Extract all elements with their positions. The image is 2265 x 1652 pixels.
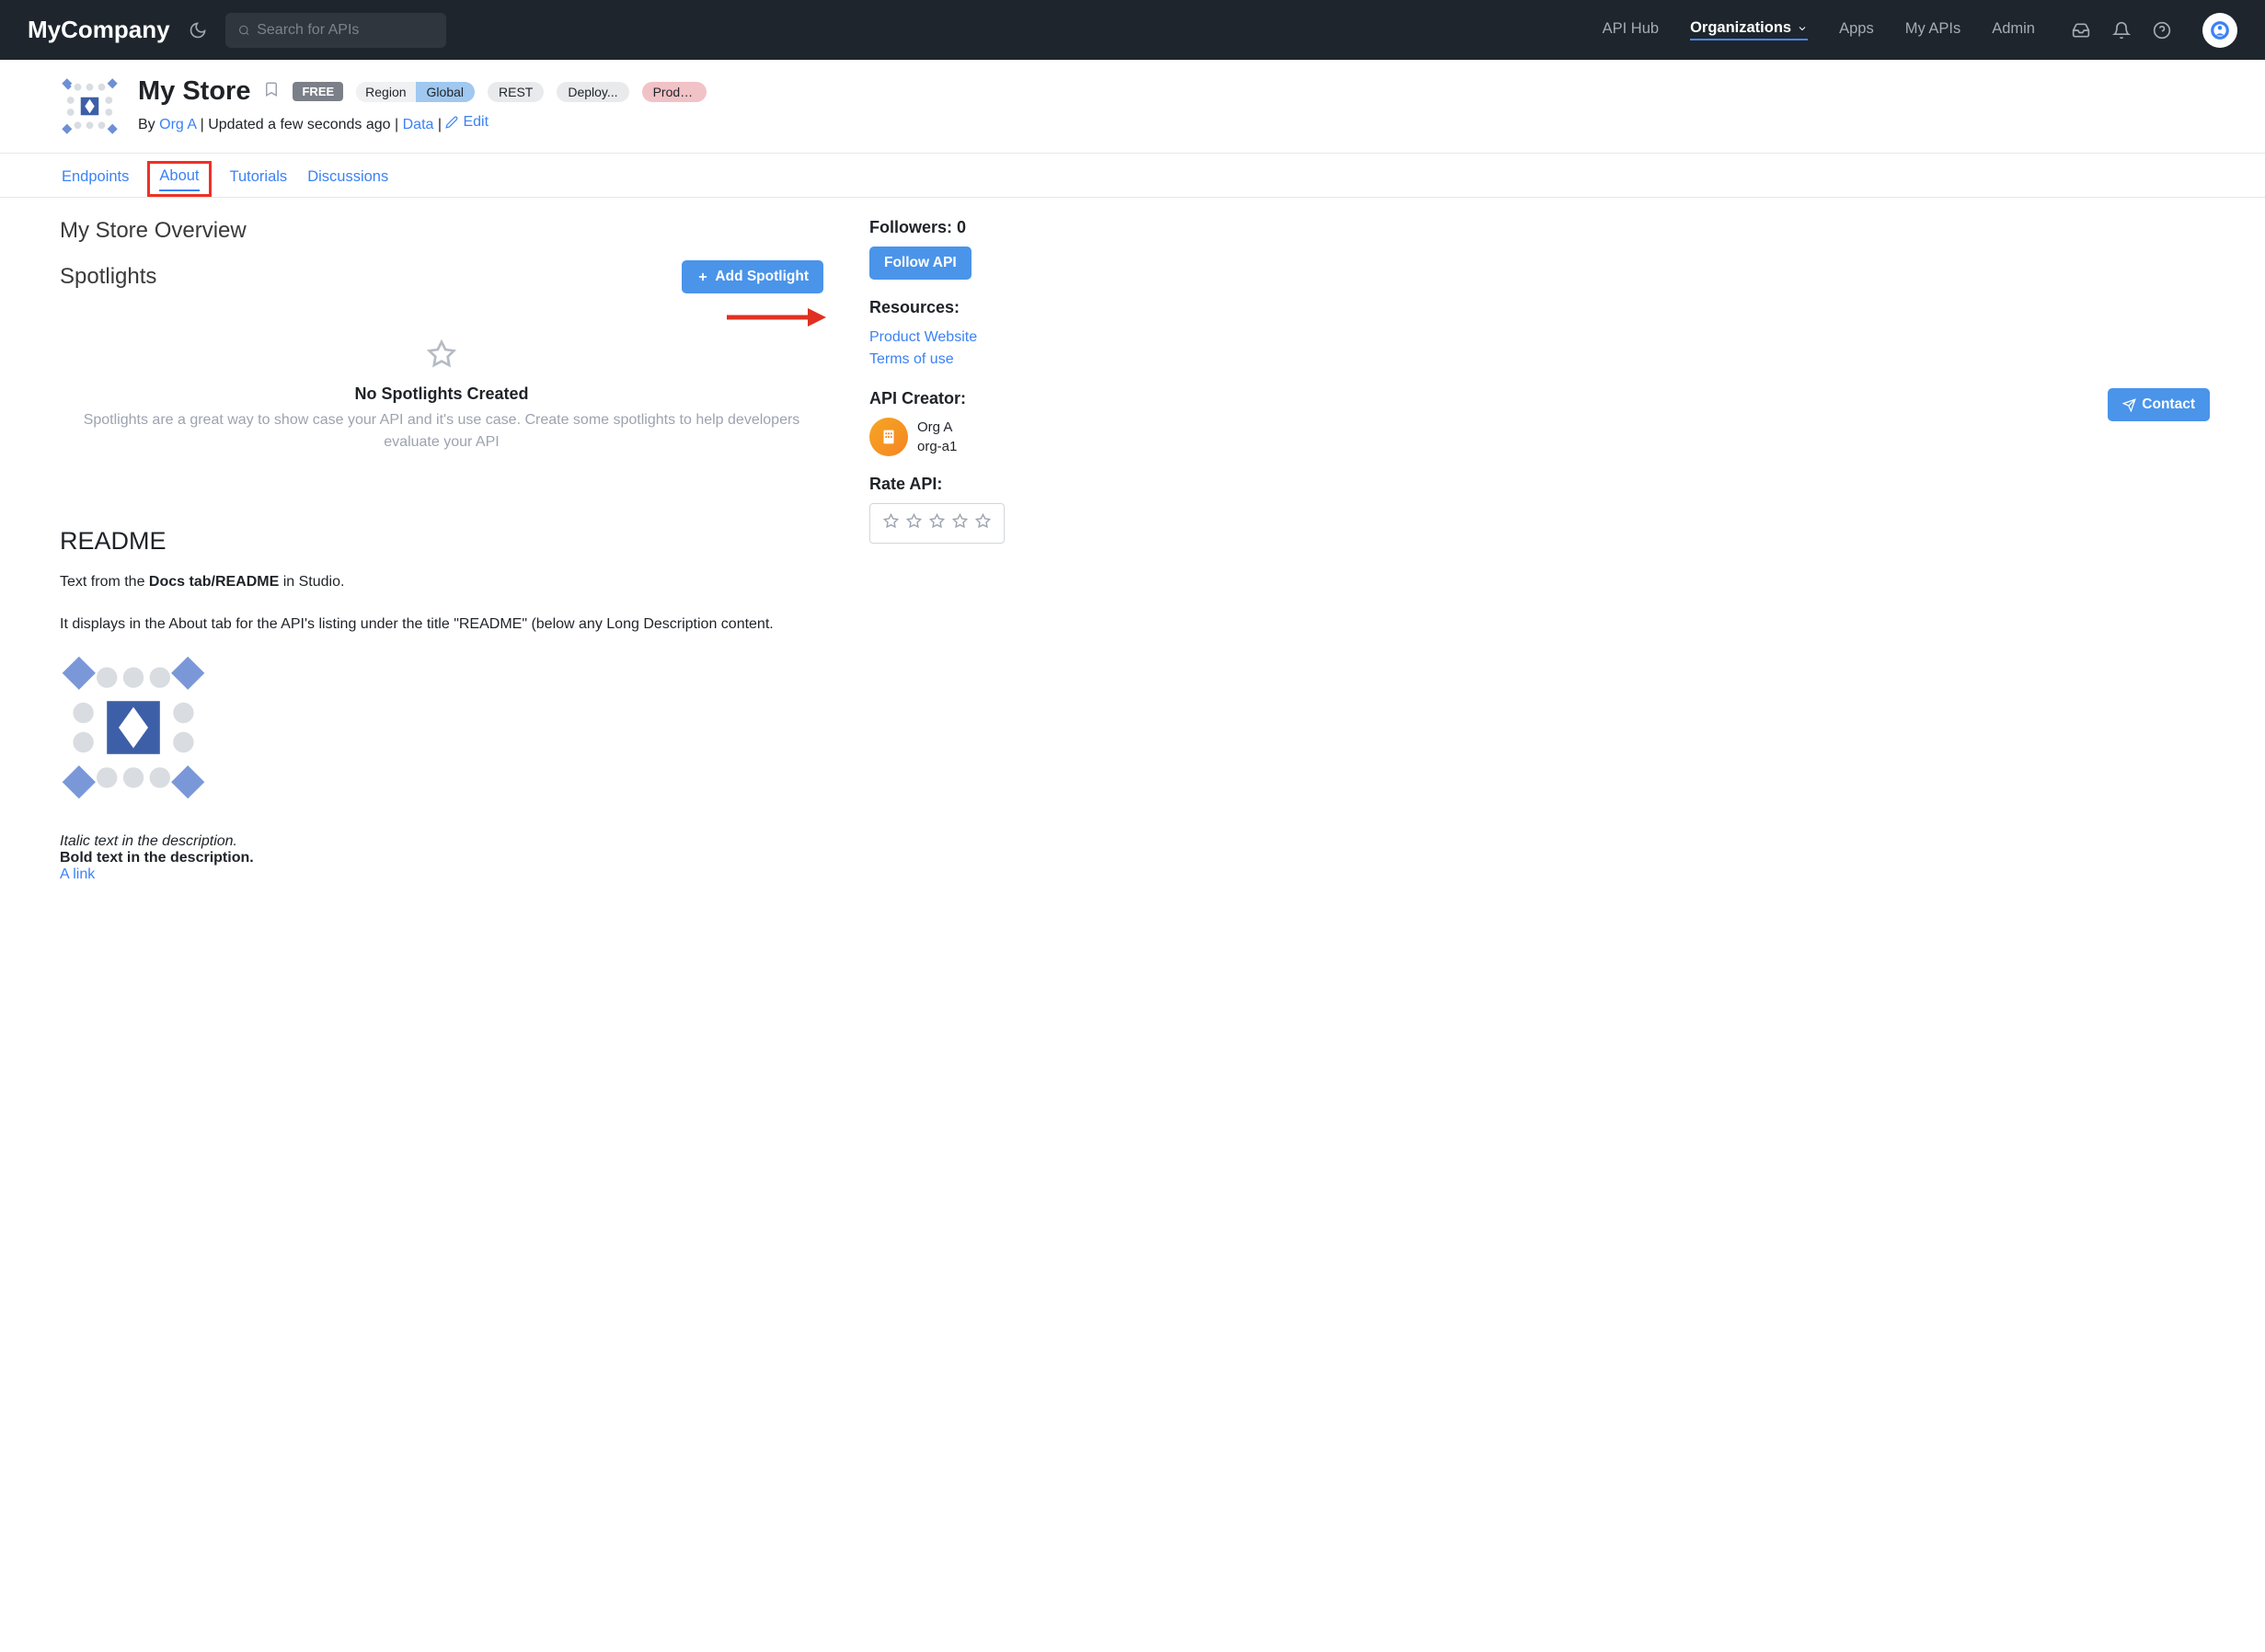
- dark-mode-icon[interactable]: [189, 21, 207, 40]
- nav-admin[interactable]: Admin: [1992, 20, 2035, 40]
- plus-icon: [696, 270, 709, 283]
- follow-api-button[interactable]: Follow API: [869, 247, 972, 280]
- nav-organizations[interactable]: Organizations: [1690, 19, 1808, 40]
- bell-icon[interactable]: [2112, 21, 2131, 40]
- rest-pill: REST: [488, 82, 544, 102]
- spotlights-empty-state: No Spotlights Created Spotlights are a g…: [60, 293, 823, 527]
- api-tabs: Endpoints About Tutorials Discussions: [0, 154, 2265, 198]
- readme-link[interactable]: A link: [60, 866, 95, 882]
- readme-logo: [60, 654, 207, 806]
- tab-about[interactable]: About: [147, 161, 211, 197]
- star-3[interactable]: [929, 513, 945, 533]
- rating-box: [869, 503, 1005, 544]
- search-input[interactable]: [257, 22, 432, 39]
- readme-text-2: It displays in the About tab for the API…: [60, 613, 823, 637]
- terms-link[interactable]: Terms of use: [869, 349, 1173, 371]
- api-title: My Store: [138, 76, 250, 107]
- tab-endpoints[interactable]: Endpoints: [60, 165, 131, 197]
- org-link[interactable]: Org A: [159, 117, 196, 132]
- readme-bold: Bold text in the description.: [60, 850, 823, 866]
- main-column: My Store Overview Spotlights Add Spotlig…: [60, 218, 823, 883]
- readme-text-1: Text from the Docs tab/README in Studio.: [60, 570, 823, 594]
- free-badge: FREE: [293, 82, 343, 101]
- readme-heading: README: [60, 527, 823, 556]
- company-logo[interactable]: MyCompany: [28, 16, 170, 44]
- search-box[interactable]: [225, 13, 446, 48]
- readme-italic: Italic text in the description.: [60, 833, 823, 850]
- creator-name: Org A: [917, 418, 957, 437]
- top-header: MyCompany API Hub Organizations Apps My …: [0, 0, 2265, 60]
- creator-row[interactable]: Org A org-a1: [869, 418, 1173, 456]
- header-icons: [2072, 13, 2237, 48]
- pencil-icon: [445, 116, 458, 129]
- search-icon: [238, 24, 250, 37]
- spotlights-title: Spotlights: [60, 264, 156, 290]
- chevron-down-icon: [1797, 23, 1808, 34]
- api-subtitle: By Org A | Updated a few seconds ago | D…: [138, 114, 2205, 133]
- api-header: My Store FREE Region Global REST Deploy.…: [0, 60, 2265, 154]
- empty-desc: Spotlights are a great way to show case …: [60, 409, 823, 453]
- nav-api-hub[interactable]: API Hub: [1603, 20, 1659, 40]
- star-5[interactable]: [975, 513, 991, 533]
- send-icon: [2122, 398, 2136, 412]
- edit-link[interactable]: Edit: [445, 114, 489, 131]
- tab-discussions[interactable]: Discussions: [305, 165, 390, 197]
- help-icon[interactable]: [2153, 21, 2171, 40]
- rate-title: Rate API:: [869, 475, 1173, 494]
- user-avatar[interactable]: [2202, 13, 2237, 48]
- followers-label: Followers: 0: [869, 218, 1173, 237]
- followers-count: 0: [957, 218, 966, 236]
- main-nav: API Hub Organizations Apps My APIs Admin: [1603, 19, 2035, 40]
- add-spotlight-button[interactable]: Add Spotlight: [682, 260, 823, 293]
- side-column: Followers: 0 Follow API Resources: Produ…: [869, 218, 1173, 883]
- resources-title: Resources:: [869, 298, 1173, 317]
- product-pill: Produc...: [642, 82, 707, 102]
- overview-title: My Store Overview: [60, 218, 823, 244]
- star-2[interactable]: [906, 513, 922, 533]
- nav-apps[interactable]: Apps: [1839, 20, 1874, 40]
- deploy-pill: Deploy...: [557, 82, 628, 102]
- star-1[interactable]: [883, 513, 899, 533]
- product-website-link[interactable]: Product Website: [869, 327, 1173, 349]
- star-4[interactable]: [952, 513, 968, 533]
- inbox-icon[interactable]: [2072, 21, 2090, 40]
- content: My Store Overview Spotlights Add Spotlig…: [0, 198, 2265, 903]
- creator-id: org-a1: [917, 437, 957, 456]
- region-pill: Region Global: [356, 82, 475, 102]
- bookmark-icon[interactable]: [263, 79, 280, 104]
- tab-tutorials[interactable]: Tutorials: [228, 165, 290, 197]
- api-logo: [60, 76, 120, 136]
- empty-title: No Spotlights Created: [60, 384, 823, 404]
- contact-button[interactable]: Contact: [2108, 388, 2210, 421]
- creator-avatar: [869, 418, 908, 456]
- annotation-arrow-icon: [727, 305, 828, 329]
- star-outline-icon: [427, 339, 456, 369]
- data-link[interactable]: Data: [403, 117, 434, 132]
- nav-my-apis[interactable]: My APIs: [1905, 20, 1961, 40]
- creator-title: API Creator:: [869, 389, 1173, 408]
